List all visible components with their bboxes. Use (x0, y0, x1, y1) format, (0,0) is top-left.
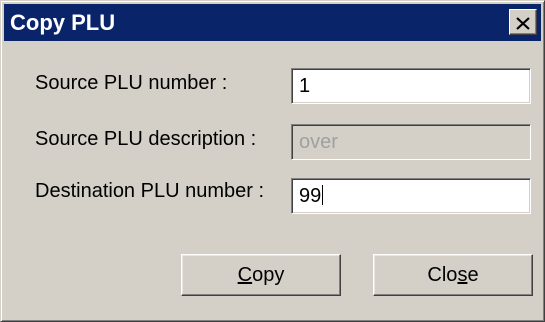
close-button-label: Close (427, 263, 479, 286)
source-plu-number-label: Source PLU number : (35, 72, 228, 94)
close-dialog-button[interactable]: Close (373, 254, 533, 296)
text-caret (322, 185, 324, 205)
dialog-title: Copy PLU (10, 10, 116, 35)
source-plu-description-input: over (291, 124, 531, 160)
source-plu-number-input[interactable]: 1 (291, 68, 531, 104)
copy-plu-dialog: Copy PLU Source PLU number : 1 Source PL… (0, 0, 545, 322)
close-button[interactable] (509, 9, 537, 35)
destination-plu-number-value: 99 (299, 185, 322, 207)
copy-button[interactable]: Copy (181, 254, 341, 296)
destination-plu-number-label: Destination PLU number : (35, 180, 265, 202)
source-plu-description-label: Source PLU description : (35, 128, 257, 150)
source-plu-number-value: 1 (299, 75, 311, 97)
close-x-icon (516, 4, 530, 41)
destination-plu-number-input[interactable]: 99 (291, 178, 531, 214)
title-bar[interactable]: Copy PLU (4, 4, 541, 41)
copy-button-label: Copy (237, 263, 285, 286)
source-plu-description-value: over (299, 131, 338, 153)
